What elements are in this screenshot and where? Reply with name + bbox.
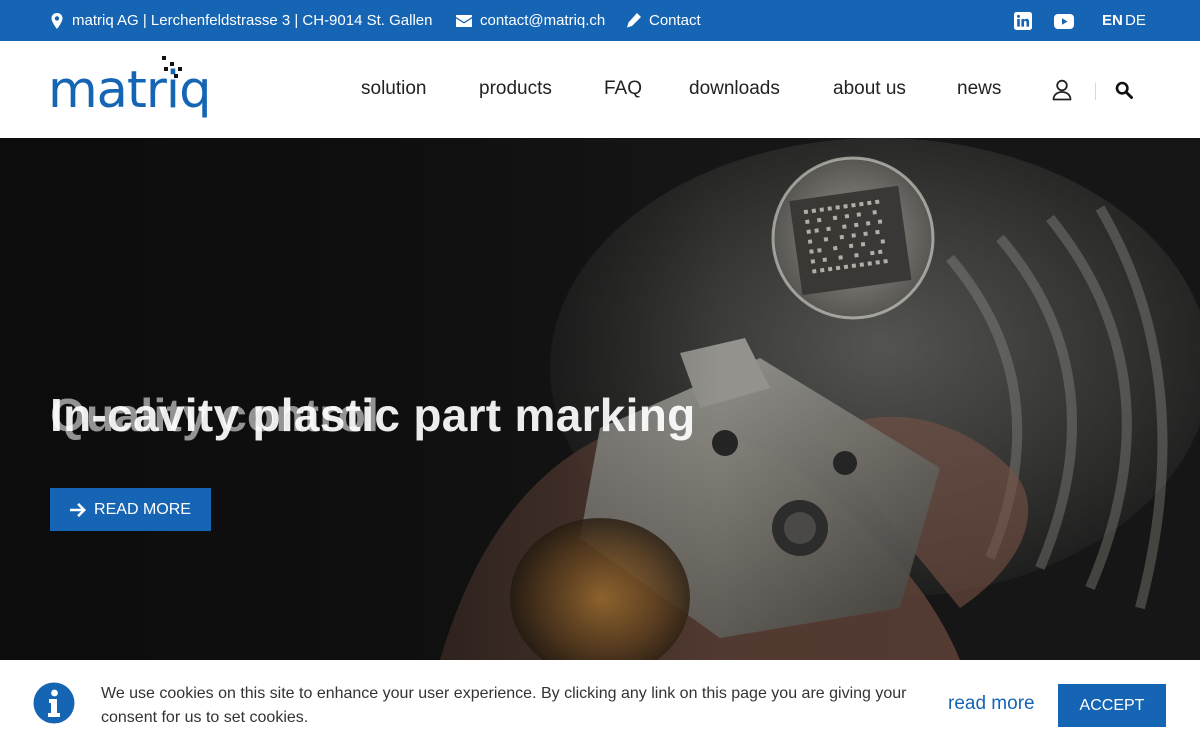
read-more-button[interactable]: READ MORE (50, 488, 211, 531)
language-de[interactable]: DE (1125, 0, 1146, 41)
nav-solution[interactable]: solution (361, 78, 427, 100)
contact-text: Contact (649, 12, 701, 29)
email-text: contact@matriq.ch (480, 12, 606, 29)
contact-link[interactable]: Contact (626, 0, 701, 41)
map-pin-icon (51, 12, 63, 29)
linkedin-link[interactable] (1013, 11, 1033, 31)
cookie-read-more-link[interactable]: read more (948, 693, 1035, 715)
linkedin-icon (1014, 12, 1032, 30)
nav-products[interactable]: products (479, 78, 552, 100)
info-icon (33, 682, 75, 724)
address-text: matriq AG | Lerchenfeldstrasse 3 | CH-90… (72, 12, 433, 29)
arrow-right-icon (70, 502, 87, 517)
nav-downloads[interactable]: downloads (689, 78, 780, 100)
accept-cookies-button[interactable]: ACCEPT (1058, 684, 1166, 727)
hero-banner: Quality control In-cavity plastic part m… (0, 138, 1200, 660)
cookie-banner: We use cookies on this site to enhance y… (0, 660, 1200, 750)
youtube-icon (1054, 13, 1074, 29)
pencil-icon (627, 13, 641, 28)
address-item: matriq AG | Lerchenfeldstrasse 3 | CH-90… (50, 0, 432, 41)
language-en[interactable]: EN (1102, 0, 1123, 41)
nav-news[interactable]: news (957, 78, 1001, 100)
top-bar: matriq AG | Lerchenfeldstrasse 3 | CH-90… (0, 0, 1200, 41)
envelope-icon (456, 14, 472, 27)
search-icon[interactable] (1115, 81, 1133, 99)
youtube-link[interactable] (1053, 11, 1075, 31)
nav-divider (1095, 83, 1096, 100)
cookie-message: We use cookies on this site to enhance y… (101, 685, 907, 726)
hero-title: In-cavity plastic part marking (50, 389, 696, 441)
main-nav: solution products FAQ downloads about us… (0, 41, 1200, 138)
user-icon[interactable] (1052, 79, 1072, 101)
email-link[interactable]: contact@matriq.ch (456, 0, 605, 41)
nav-faq[interactable]: FAQ (604, 78, 642, 100)
read-more-label: READ MORE (94, 500, 191, 518)
site-header: matriq solution products FAQ downloads a… (0, 41, 1200, 138)
nav-about-us[interactable]: about us (833, 78, 906, 100)
